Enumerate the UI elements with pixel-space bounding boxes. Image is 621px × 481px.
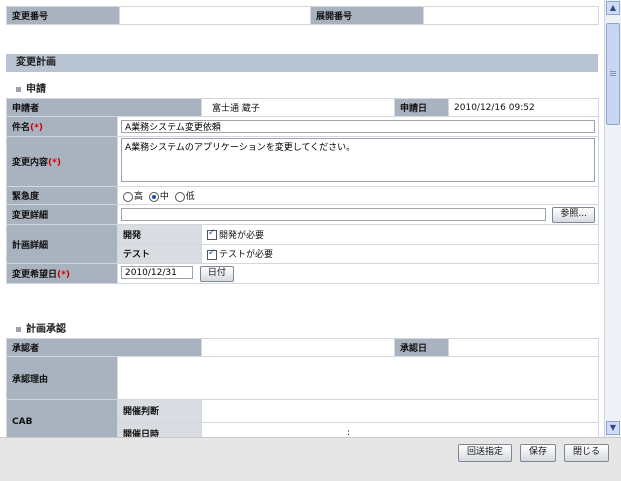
form-viewport: 変更番号 展開番号 変更計画 申請 申請者 富士通 蔵子 申請日 2010/12… (0, 0, 604, 437)
radio-selected-icon (148, 191, 159, 202)
application-date-value: 2010/12/16 09:52 (448, 98, 600, 117)
scroll-thumb[interactable] (606, 23, 620, 125)
application-date-label: 申請日 (394, 98, 450, 117)
applicant-label: 申請者 (5, 98, 203, 117)
footer-bar: 回送指定 保存 閉じる (0, 437, 621, 481)
change-plan-section-title: 変更計画 (6, 54, 598, 72)
content-textarea[interactable]: A業務システムのアプリケーションを変更してください。 (121, 138, 596, 182)
bullet-icon (16, 86, 21, 92)
test-label: テスト (116, 243, 203, 264)
scroll-up-arrow-icon[interactable]: ▲ (606, 1, 620, 15)
bullet-icon (16, 326, 21, 332)
required-mark: (*) (30, 123, 43, 133)
test-check-item[interactable]: テストが必要 (201, 243, 600, 264)
subject-label: 件名(*) (6, 116, 118, 137)
application-table: 申請者 富士通 蔵子 申請日 2010/12/16 09:52 件名(*) 変更… (5, 98, 600, 284)
plan-detail-label: 計画詳細 (6, 224, 118, 264)
change-detail-input[interactable] (121, 208, 547, 221)
held-decision-label: 開催判断 (116, 399, 203, 423)
grip-icon (610, 71, 616, 72)
approval-reason-value (116, 356, 600, 400)
desired-date-label: 変更希望日(*) (6, 263, 118, 284)
urgency-low[interactable]: 低 (174, 191, 195, 202)
urgency-high[interactable]: 高 (123, 191, 143, 202)
deploy-number-value (423, 6, 599, 25)
checkbox-checked-icon (207, 248, 218, 260)
return-routing-button[interactable]: 回送指定 (457, 444, 512, 462)
required-mark: (*) (57, 270, 70, 280)
application-heading: 申請 (16, 80, 46, 95)
approval-date-value (448, 338, 600, 357)
vertical-scrollbar[interactable]: ▲ ▼ (604, 0, 621, 437)
change-detail-label: 変更詳細 (6, 204, 118, 225)
desired-date-input[interactable] (121, 266, 193, 279)
urgency-label: 緊急度 (6, 186, 118, 205)
plan-approval-heading: 計画承認 (16, 320, 66, 335)
urgency-medium[interactable]: 中 (148, 191, 169, 202)
top-info-table: 変更番号 展開番号 (6, 6, 599, 25)
applicant-value: 富士通 蔵子 (201, 98, 396, 117)
radio-icon (123, 191, 133, 202)
approver-value (201, 338, 396, 357)
browse-button[interactable]: 参照... (552, 206, 596, 223)
radio-icon (174, 191, 185, 202)
approval-table: 承認者 承認日 承認理由 CAB 開催判断 開催日時 : (5, 338, 600, 437)
subject-input[interactable] (121, 120, 596, 133)
held-decision-value (201, 399, 600, 423)
dev-label: 開発 (116, 224, 203, 245)
held-datetime-value: : (201, 421, 600, 437)
approver-label: 承認者 (5, 338, 203, 357)
content-label: 変更内容(*) (6, 136, 118, 187)
close-button[interactable]: 閉じる (563, 444, 609, 462)
approval-reason-label: 承認理由 (6, 356, 118, 400)
date-picker-button[interactable]: 日付 (199, 265, 234, 282)
change-number-label: 変更番号 (6, 6, 120, 25)
urgency-radio-group: 高 中 低 (116, 186, 600, 205)
scroll-down-arrow-icon[interactable]: ▼ (606, 421, 620, 435)
held-datetime-label: 開催日時 (116, 421, 203, 437)
change-number-value (119, 6, 311, 25)
checkbox-checked-icon (207, 228, 218, 241)
cab-label: CAB (6, 399, 118, 437)
deploy-number-label: 展開番号 (310, 6, 424, 25)
approval-date-label: 承認日 (394, 338, 450, 357)
save-button[interactable]: 保存 (519, 444, 556, 462)
required-mark: (*) (48, 158, 61, 168)
dev-check-item[interactable]: 開発が必要 (201, 224, 600, 245)
